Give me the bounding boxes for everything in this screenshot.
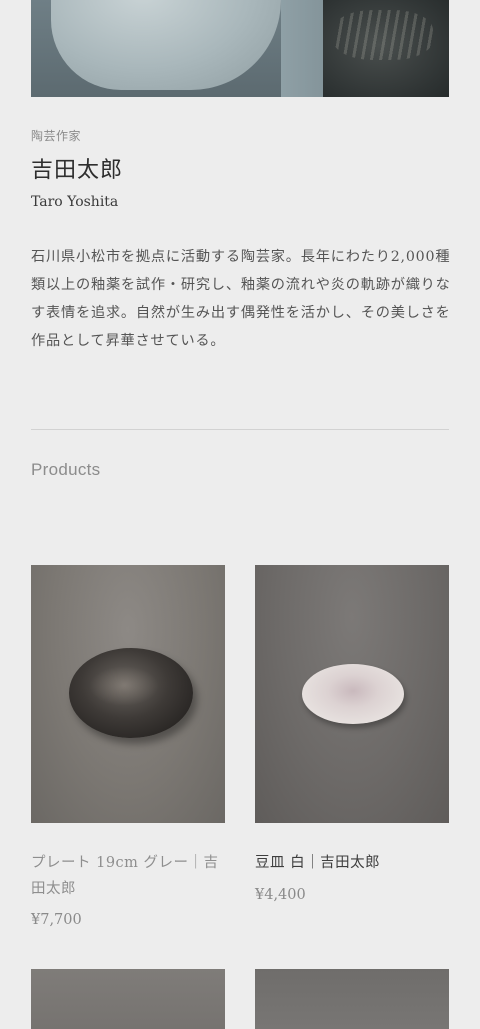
product-title[interactable]: プレート 19cm グレー｜吉田太郎 [31,850,225,902]
product-image[interactable] [255,565,449,823]
white-cup-image [51,0,281,90]
product-card[interactable]: 豆皿 白｜吉田太郎 ¥4,400 [255,565,449,903]
dark-cup-image [323,0,449,97]
product-image[interactable] [31,565,225,823]
artist-name-ja: 吉田太郎 [31,158,124,183]
product-price: ¥7,700 [31,912,82,928]
artist-bio: 石川県小松市を拠点に活動する陶芸家。長年にわたり2,000種類以上の釉薬を試作・… [31,249,451,349]
product-price: ¥4,400 [255,887,306,903]
product-card[interactable]: プレート 19cm グレー｜吉田太郎 ¥7,700 [31,565,225,928]
products-heading: Products [31,460,101,479]
product-image-next[interactable] [255,969,449,1029]
gray-plate-image [69,648,193,738]
section-divider [31,429,449,430]
hero-image [31,0,449,97]
white-dish-image [302,664,404,724]
product-image-next[interactable] [31,969,225,1029]
artist-role: 陶芸作家 [31,129,82,143]
product-title[interactable]: 豆皿 白｜吉田太郎 [255,850,449,876]
artist-name-en: Taro Yoshita [31,194,119,210]
